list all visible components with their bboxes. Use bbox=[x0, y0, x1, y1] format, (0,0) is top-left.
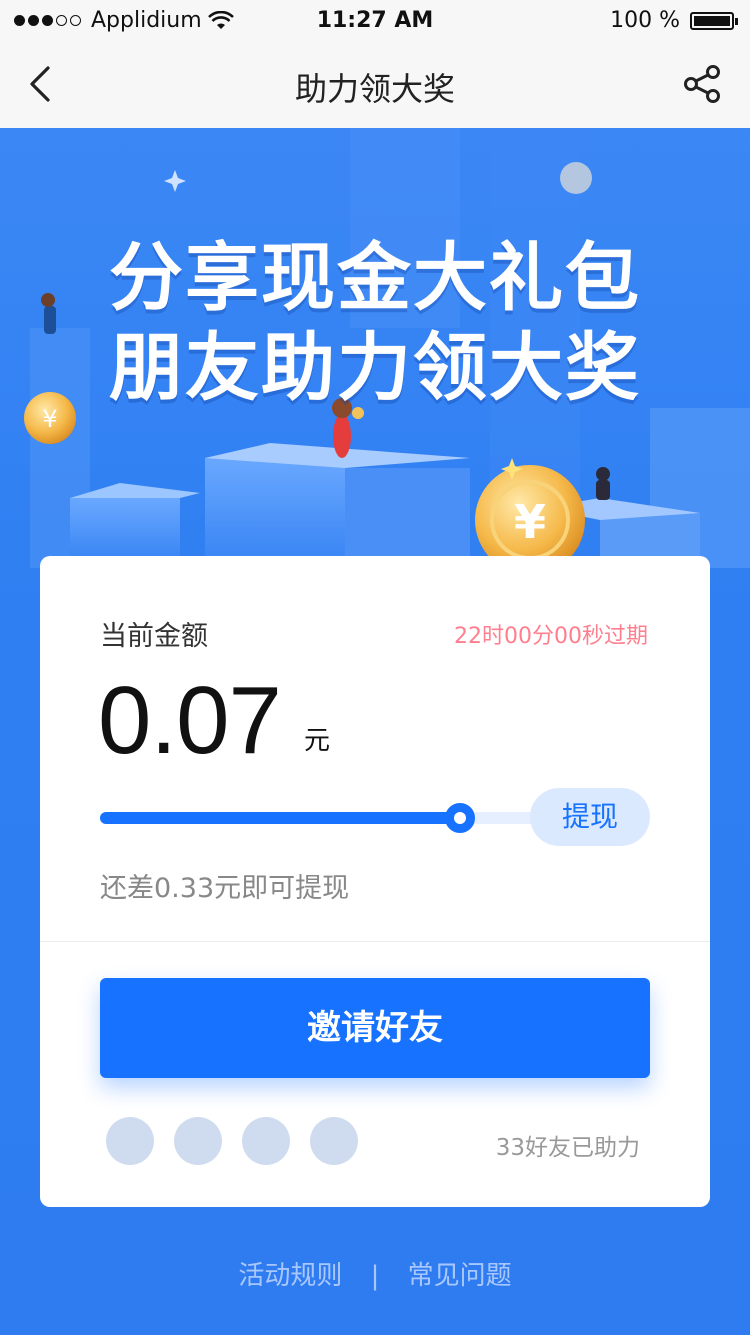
progress-knob bbox=[445, 803, 475, 833]
battery-icon bbox=[690, 11, 738, 30]
battery-percent: 100 % bbox=[610, 8, 680, 33]
progress-fill bbox=[100, 812, 460, 824]
avatar bbox=[174, 1117, 222, 1165]
amount-unit: 元 bbox=[304, 726, 331, 756]
footer-separator: | bbox=[370, 1261, 380, 1291]
helped-count: 33好友已助力 bbox=[495, 1135, 640, 1161]
avatar bbox=[106, 1117, 154, 1165]
avatar bbox=[310, 1117, 358, 1165]
rules-link[interactable]: 活动规则 bbox=[238, 1261, 342, 1291]
page-title: 助力领大奖 bbox=[294, 70, 455, 108]
amount-value: 0.07 bbox=[98, 667, 282, 774]
footer-links: 活动规则 | 常见问题 bbox=[0, 1255, 750, 1292]
withdraw-button[interactable]: 提现 bbox=[530, 788, 650, 846]
battery-info: 100 % bbox=[610, 8, 738, 33]
current-amount-label: 当前金额 bbox=[100, 621, 208, 652]
helper-avatars bbox=[106, 1117, 358, 1165]
headline-line-2: 朋友助力领大奖 bbox=[109, 325, 641, 411]
nav-bar: 助力领大奖 bbox=[0, 40, 750, 128]
reward-card: 当前金额 22时00分00秒过期 0.07 元 提现 还差0.33元即可提现 邀… bbox=[40, 556, 710, 1207]
invite-friends-button[interactable]: 邀请好友 bbox=[100, 978, 650, 1078]
expire-countdown: 22时00分00秒过期 bbox=[454, 624, 648, 649]
share-icon[interactable] bbox=[680, 62, 724, 106]
faq-link[interactable]: 常见问题 bbox=[408, 1261, 512, 1291]
progress-bar bbox=[100, 803, 550, 833]
remaining-hint: 还差0.33元即可提现 bbox=[100, 873, 350, 904]
divider bbox=[40, 941, 710, 942]
svg-text:¥: ¥ bbox=[514, 495, 546, 549]
avatar bbox=[242, 1117, 290, 1165]
status-bar: Applidium 11:27 AM 100 % bbox=[0, 0, 750, 40]
